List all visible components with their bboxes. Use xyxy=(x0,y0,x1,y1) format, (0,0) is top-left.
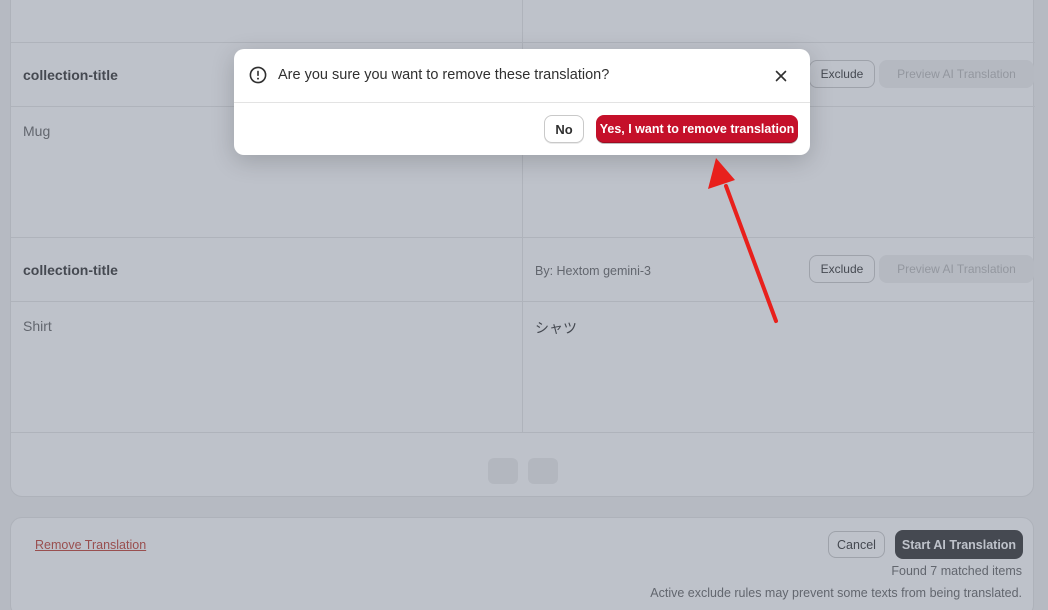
confirm-remove-dialog: Are you sure you want to remove these tr… xyxy=(234,49,810,155)
dialog-title: Are you sure you want to remove these tr… xyxy=(278,67,610,83)
dialog-header: Are you sure you want to remove these tr… xyxy=(234,49,810,103)
confirm-remove-button[interactable]: Yes, I want to remove translation xyxy=(596,115,798,143)
alert-circle-icon xyxy=(249,66,267,84)
close-icon[interactable] xyxy=(773,68,789,84)
no-button[interactable]: No xyxy=(544,115,584,143)
